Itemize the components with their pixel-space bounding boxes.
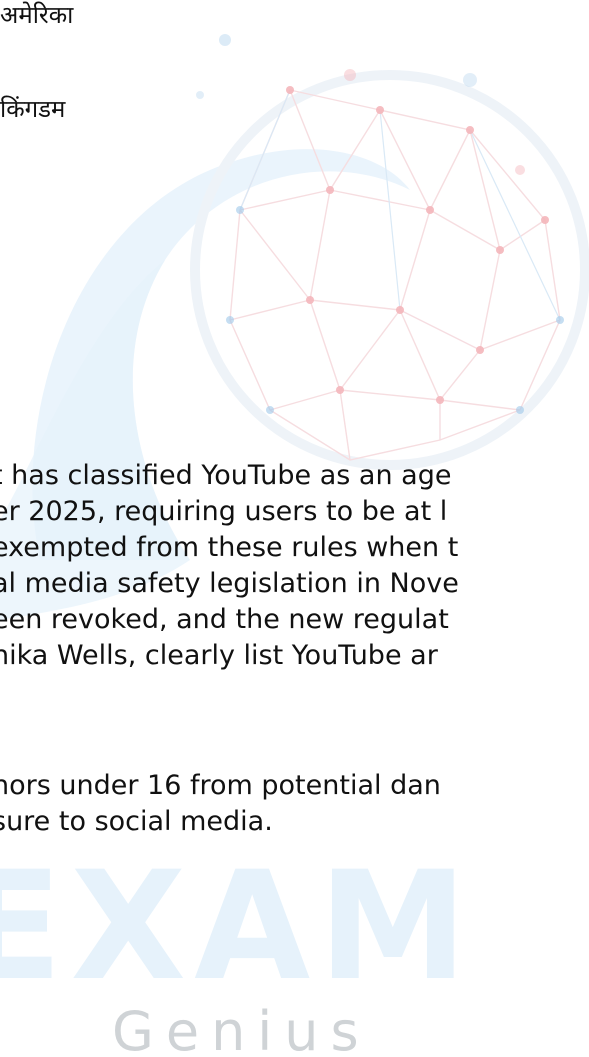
paragraph-1-line: t has classified YouTube as an age: [0, 460, 452, 491]
paragraph-2-line: nors under 16 from potential dan: [0, 770, 441, 801]
paragraph-1-line: een revoked, and the new regulat: [0, 604, 449, 635]
paragraph-1-line: exempted from these rules when t: [0, 532, 459, 563]
paragraph-1-line: er 2025, requiring users to be at l: [0, 496, 448, 527]
watermark-globe: [190, 70, 589, 470]
watermark-nodes: [286, 69, 549, 404]
paragraph-1-line: al media safety legislation in Nove: [0, 568, 459, 599]
watermark-network: [229, 89, 561, 461]
option-kingdom: किंगडम: [0, 95, 66, 123]
watermark-brand-sub: Genius: [112, 1000, 371, 1057]
explanation-paragraph-2: nors under 16 from potential dan sure to…: [0, 768, 589, 840]
paragraph-2-line: sure to social media.: [0, 806, 273, 837]
paragraph-1-line: nika Wells, clearly list YouTube ar: [0, 640, 438, 671]
explanation-paragraph-1: t has classified YouTube as an age er 20…: [0, 458, 589, 674]
watermark-brand-word: EXAM: [0, 840, 475, 1014]
option-america: अमेरिका: [0, 1, 74, 29]
